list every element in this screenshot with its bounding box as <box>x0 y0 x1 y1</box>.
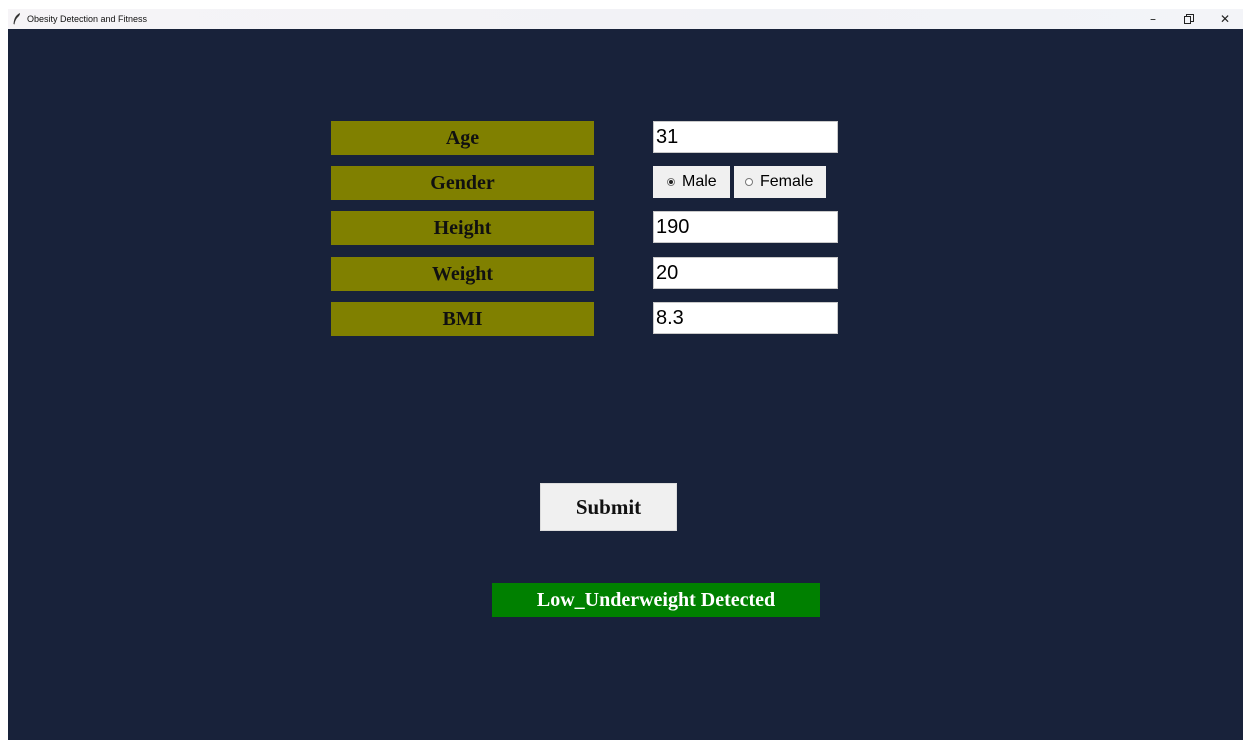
gender-male-label: Male <box>682 173 717 190</box>
bmi-input[interactable]: 8.3 <box>653 302 838 334</box>
close-button[interactable]: ✕ <box>1207 9 1243 29</box>
gender-female-radio[interactable]: Female <box>734 166 826 198</box>
gender-male-radio[interactable]: Male <box>653 166 730 198</box>
app-window: Obesity Detection and Fitness – ✕ Age Ge… <box>8 9 1243 740</box>
age-input[interactable]: 31 <box>653 121 838 153</box>
feather-icon <box>10 12 24 26</box>
title-bar[interactable]: Obesity Detection and Fitness – ✕ <box>8 9 1243 29</box>
bmi-label: BMI <box>331 302 594 336</box>
height-label: Height <box>331 211 594 245</box>
minimize-button[interactable]: – <box>1135 9 1171 29</box>
window-title: Obesity Detection and Fitness <box>27 14 148 24</box>
radio-checked-icon <box>667 178 675 186</box>
weight-label: Weight <box>331 257 594 291</box>
restore-icon <box>1184 14 1194 24</box>
age-label: Age <box>331 121 594 155</box>
gender-label: Gender <box>331 166 594 200</box>
maximize-button[interactable] <box>1171 9 1207 29</box>
window-controls: – ✕ <box>1135 9 1243 29</box>
weight-input[interactable]: 20 <box>653 257 838 289</box>
result-label: Low_Underweight Detected <box>492 583 820 617</box>
gender-female-label: Female <box>760 173 814 190</box>
radio-unchecked-icon <box>745 178 753 186</box>
height-input[interactable]: 190 <box>653 211 838 243</box>
submit-button[interactable]: Submit <box>540 483 677 531</box>
